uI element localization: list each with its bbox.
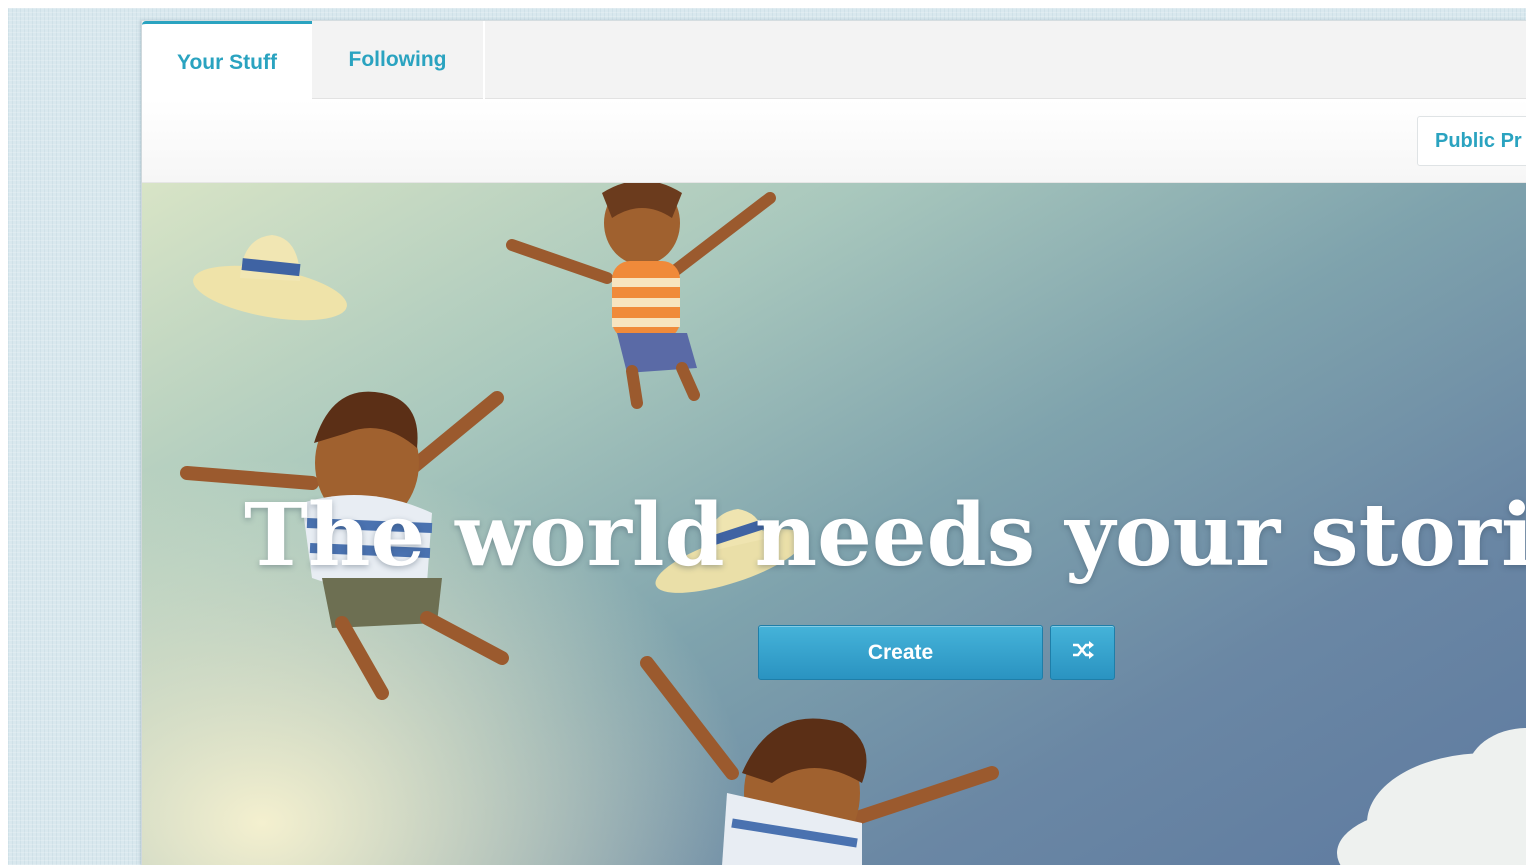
tab-bar: Your Stuff Following <box>142 21 1526 101</box>
tab-your-stuff-label: Your Stuff <box>177 50 277 74</box>
public-profile-button[interactable]: Public Pr <box>1417 116 1526 166</box>
create-button-label: Create <box>867 640 934 664</box>
hero-banner: The world needs your stori Create <box>142 183 1526 865</box>
top-border <box>8 0 1526 8</box>
tab-following-label: Following <box>348 48 447 71</box>
main-panel: Your Stuff Following Public Pr The world… <box>141 20 1526 865</box>
cloud-illustration <box>1337 728 1526 865</box>
public-profile-label: Public Pr <box>1435 129 1522 152</box>
hero-headline: The world needs your stori <box>244 485 1526 586</box>
toolbar: Public Pr <box>142 99 1526 183</box>
kid-illustration-bottom <box>640 656 999 865</box>
create-button[interactable]: Create <box>758 625 1043 680</box>
left-border <box>0 0 8 865</box>
tab-following[interactable]: Following <box>312 21 485 99</box>
tab-your-stuff[interactable]: Your Stuff <box>142 21 312 101</box>
hat-illustration <box>193 235 347 321</box>
shuffle-button[interactable] <box>1050 625 1115 680</box>
shuffle-icon <box>1071 640 1095 665</box>
kid-illustration-top <box>506 183 776 409</box>
